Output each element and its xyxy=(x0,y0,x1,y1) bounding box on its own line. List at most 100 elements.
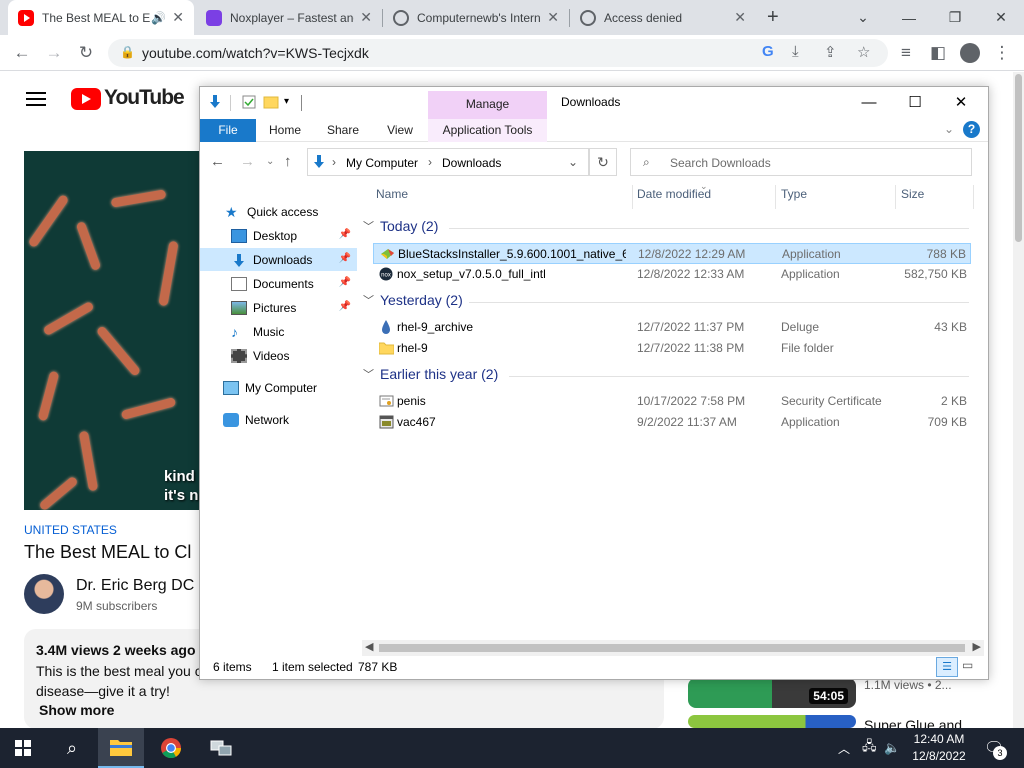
lock-icon[interactable]: 🔒 xyxy=(120,45,135,59)
show-more-button[interactable]: Show more xyxy=(39,702,114,718)
tab-file[interactable]: File xyxy=(200,119,256,142)
close-window-icon[interactable]: ✕ xyxy=(938,87,984,117)
details-view-icon[interactable]: ☰ xyxy=(936,657,958,677)
up-arrow-icon[interactable]: ↑ xyxy=(284,153,292,170)
group-header[interactable]: ﹀ Earlier this year (2) xyxy=(363,366,969,382)
start-button[interactable] xyxy=(0,728,46,768)
large-icons-view-icon[interactable]: ▭ xyxy=(962,658,973,672)
channel-avatar[interactable] xyxy=(24,574,64,614)
tab-view[interactable]: View xyxy=(375,119,425,142)
google-lens-icon[interactable]: G xyxy=(762,43,774,60)
file-row[interactable]: vac467 9/2/2022 11:37 AM Application 709… xyxy=(373,412,971,433)
clock[interactable]: 12:40 AM 12/8/2022 xyxy=(905,731,973,765)
properties-icon[interactable] xyxy=(241,94,257,110)
back-arrow-icon[interactable]: ← xyxy=(210,153,225,170)
taskbar-file-explorer[interactable] xyxy=(98,728,144,768)
media-controls-icon[interactable]: ≡ xyxy=(894,41,918,65)
hamburger-menu-icon[interactable] xyxy=(26,92,46,106)
column-divider[interactable] xyxy=(895,185,896,209)
close-tab-icon[interactable]: ✕ xyxy=(360,9,372,26)
column-divider[interactable] xyxy=(973,185,974,209)
page-scrollbar[interactable] xyxy=(1013,72,1024,728)
new-folder-icon[interactable] xyxy=(263,94,279,110)
side-panel-icon[interactable]: ◧ xyxy=(926,41,950,65)
nav-my-computer[interactable]: My Computer xyxy=(200,376,357,399)
maximize-icon[interactable]: ☐ xyxy=(892,87,938,117)
show-hidden-icons-icon[interactable]: ︿ xyxy=(838,728,850,768)
recommended-thumbnail[interactable]: 54:05 xyxy=(688,678,856,708)
nav-desktop[interactable]: Desktop 📌 xyxy=(200,224,357,247)
help-icon[interactable]: ? xyxy=(963,121,980,138)
column-header-size[interactable]: Size xyxy=(901,187,924,207)
volume-icon[interactable]: 🔈 xyxy=(884,728,900,768)
bookmark-star-icon[interactable]: ☆ xyxy=(857,43,870,61)
breadcrumb-item[interactable]: Downloads xyxy=(442,156,501,170)
file-row[interactable]: rhel-9_archive 12/7/2022 11:37 PM Deluge… xyxy=(373,317,971,338)
nav-pictures[interactable]: Pictures 📌 xyxy=(200,296,357,319)
nav-documents[interactable]: Documents 📌 xyxy=(200,272,357,295)
column-header-date[interactable]: Date modified xyxy=(637,187,711,207)
group-header[interactable]: ﹀ Yesterday (2) xyxy=(363,292,969,308)
audio-playing-icon[interactable]: 🔊 xyxy=(151,11,166,25)
forward-arrow-icon[interactable]: → xyxy=(240,153,255,170)
file-row[interactable]: penis 10/17/2022 7:58 PM Security Certif… xyxy=(373,391,971,412)
profile-icon[interactable] xyxy=(958,41,982,65)
new-tab-icon[interactable]: + xyxy=(767,6,779,29)
tab-home[interactable]: Home xyxy=(260,119,310,142)
nav-quick-access[interactable]: ★ Quick access xyxy=(200,200,357,223)
breadcrumb-item[interactable]: My Computer xyxy=(346,156,418,170)
reload-icon[interactable]: ↻ xyxy=(74,41,98,65)
nav-videos[interactable]: Videos xyxy=(200,344,357,367)
address-bar[interactable]: 🔒 youtube.com/watch?v=KWS-Tecjxdk G ⤓ ⇪ … xyxy=(108,39,888,67)
breadcrumb-chevron-icon[interactable]: › xyxy=(332,155,336,169)
column-divider[interactable] xyxy=(632,185,633,209)
tab-search-icon[interactable]: ⌄ xyxy=(840,0,886,35)
address-dropdown-icon[interactable]: ⌄ xyxy=(568,155,578,169)
close-tab-icon[interactable]: ✕ xyxy=(547,9,559,26)
nav-network[interactable]: Network xyxy=(200,408,357,431)
column-header-name[interactable]: Name xyxy=(376,187,408,207)
close-window-icon[interactable]: ✕ xyxy=(978,0,1024,35)
youtube-logo-text[interactable]: YouTube xyxy=(104,86,185,110)
search-input[interactable]: ⌕ Search Downloads xyxy=(630,148,972,176)
recent-locations-icon[interactable]: ⌄ xyxy=(266,156,274,167)
breadcrumb-chevron-icon[interactable]: › xyxy=(428,155,432,169)
scroll-right-icon[interactable]: ▶ xyxy=(973,640,981,653)
browser-tab[interactable]: Computernewb's Intern ✕ xyxy=(383,0,569,35)
url-text[interactable]: youtube.com/watch?v=KWS-Tecjxdk xyxy=(142,45,369,61)
action-center-icon[interactable]: 🗨 3 xyxy=(984,728,1007,768)
video-location[interactable]: UNITED STATES xyxy=(24,523,117,537)
install-app-icon[interactable]: ⤓ xyxy=(792,43,799,60)
file-row[interactable]: BlueStacksInstaller_5.9.600.1001_native_… xyxy=(373,243,971,264)
collapse-chevron-icon[interactable]: ﹀ xyxy=(363,366,374,382)
channel-name-row[interactable]: Dr. Eric Berg DC ✔ xyxy=(76,577,209,595)
close-tab-icon[interactable]: ✕ xyxy=(734,9,746,26)
browser-tab[interactable]: Noxplayer – Fastest and ✕ xyxy=(196,0,382,35)
browser-tab[interactable]: Access denied ✕ xyxy=(570,0,756,35)
minimize-icon[interactable]: — xyxy=(846,87,892,117)
nav-music[interactable]: ♪ Music xyxy=(200,320,357,343)
file-row[interactable]: rhel-9 12/7/2022 11:38 PM File folder xyxy=(373,338,971,359)
pin-icon[interactable]: 📌 xyxy=(339,229,351,240)
file-row[interactable]: nox nox_setup_v7.0.5.0_full_intl 12/8/20… xyxy=(373,264,971,285)
back-arrow-icon[interactable]: ← xyxy=(10,41,34,65)
address-box[interactable]: › My Computer › Downloads ⌄ xyxy=(307,148,589,176)
horizontal-scrollbar[interactable]: ◀ ▶ xyxy=(362,640,984,656)
scrollbar-thumb[interactable] xyxy=(379,644,965,652)
pin-icon[interactable]: 📌 xyxy=(339,277,351,288)
tab-application-tools[interactable]: Application Tools xyxy=(428,119,547,142)
taskbar-chrome[interactable] xyxy=(148,728,194,768)
column-divider[interactable] xyxy=(775,185,776,209)
collapse-chevron-icon[interactable]: ﹀ xyxy=(363,218,374,234)
customize-toolbar-icon[interactable]: ▾ xyxy=(284,96,300,112)
taskbar-network-app[interactable] xyxy=(198,728,244,768)
minimize-icon[interactable]: — xyxy=(886,0,932,35)
group-header[interactable]: ﹀ Today (2) xyxy=(363,218,969,234)
column-header-type[interactable]: Type xyxy=(781,187,807,207)
collapse-chevron-icon[interactable]: ﹀ xyxy=(363,292,374,308)
restore-icon[interactable]: ❐ xyxy=(932,0,978,35)
network-status-icon[interactable]: 🖧 xyxy=(862,728,877,768)
youtube-logo-icon[interactable] xyxy=(71,88,101,110)
scroll-left-icon[interactable]: ◀ xyxy=(365,640,373,653)
pin-icon[interactable]: 📌 xyxy=(339,301,351,312)
